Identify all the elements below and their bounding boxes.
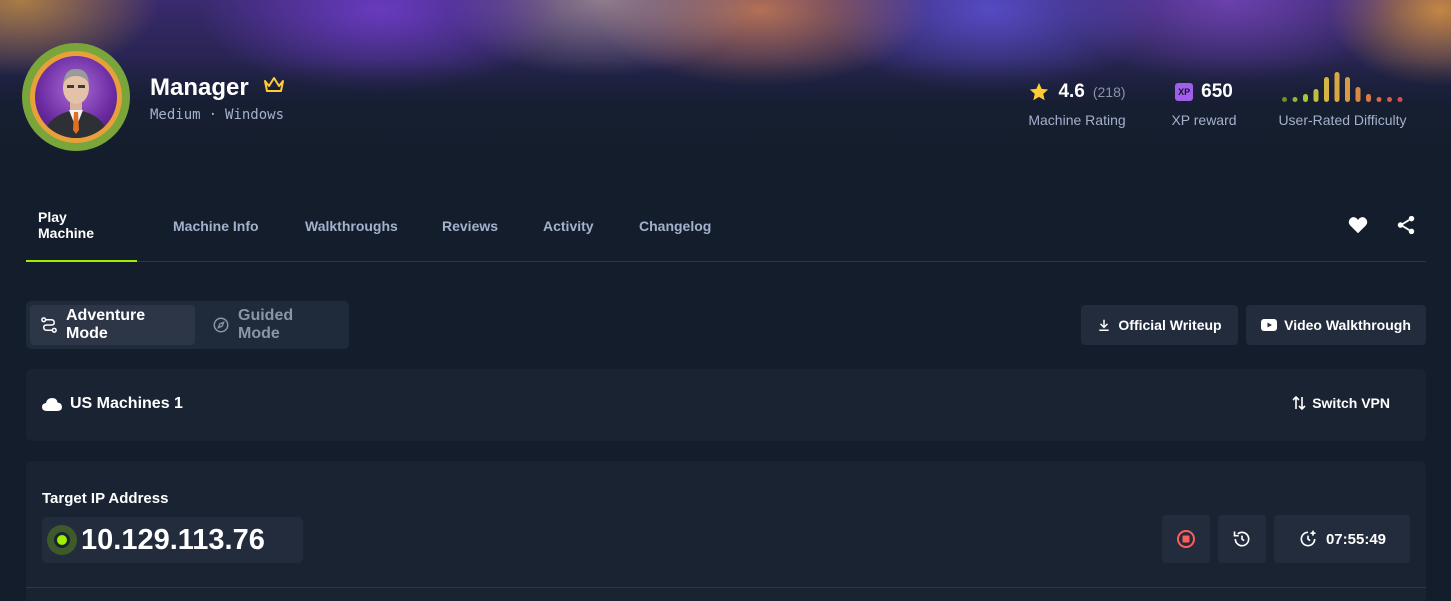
difficulty-bar [1386, 97, 1392, 102]
official-writeup-label: Official Writeup [1118, 317, 1222, 333]
meta-separator: · [208, 107, 218, 123]
difficulty-stat: User-Rated Difficulty [1275, 70, 1410, 128]
vpn-panel: US Machines 1 Switch VPN [26, 369, 1426, 441]
youtube-icon [1261, 319, 1278, 331]
switch-vpn-label: Switch VPN [1312, 395, 1390, 411]
extend-time-button[interactable]: 07:55:49 [1274, 515, 1410, 563]
difficulty-label: User-Rated Difficulty [1278, 112, 1407, 128]
video-walkthrough-button[interactable]: Video Walkthrough [1246, 305, 1426, 345]
difficulty-bar [1292, 97, 1297, 102]
official-writeup-button[interactable]: Official Writeup [1081, 305, 1238, 345]
guided-mode-label: Guided Mode [238, 307, 294, 342]
rating-label: Machine Rating [1028, 112, 1126, 128]
machine-tabs: Play Machine Machine Info Walkthroughs R… [26, 190, 1426, 262]
tab-activity[interactable]: Activity [531, 190, 606, 262]
crown-icon [262, 75, 286, 95]
xp-stat: XP 650 XP reward [1170, 80, 1238, 128]
machine-difficulty: Medium [150, 107, 201, 123]
timer-value: 07:55:49 [1325, 530, 1387, 548]
switch-arrows-icon [1292, 395, 1306, 411]
tab-walkthroughs[interactable]: Walkthroughs [293, 190, 410, 262]
difficulty-chart [1281, 72, 1402, 102]
vpn-server-label: US Machines 1 [70, 395, 183, 412]
difficulty-bar [1323, 77, 1329, 102]
status-online-icon [47, 525, 77, 555]
vpn-server: US Machines 1 [42, 395, 183, 413]
difficulty-bar [1334, 72, 1339, 102]
difficulty-bar [1302, 94, 1308, 102]
machine-avatar-image [30, 51, 122, 143]
target-ip-box[interactable]: 10.129.113.76 [42, 517, 303, 563]
difficulty-bar [1281, 97, 1287, 102]
route-icon [40, 316, 58, 334]
xp-icon: XP [1175, 83, 1194, 101]
reset-machine-button[interactable] [1218, 515, 1266, 563]
guided-mode-button[interactable]: Guided Mode [202, 305, 349, 345]
cloud-icon [42, 397, 62, 411]
machine-name: Manager [150, 74, 249, 101]
difficulty-bar [1397, 97, 1402, 102]
target-ip-value[interactable]: 10.129.113.76 [81, 524, 265, 557]
share-icon[interactable] [1395, 214, 1417, 236]
timer-plus-icon [1298, 529, 1318, 549]
target-panel: Target IP Address 10.129.113.76 07:55:49 [26, 461, 1426, 601]
section-divider [26, 587, 1426, 588]
rating-count: (218) [1092, 84, 1126, 100]
compass-icon [212, 316, 230, 334]
xp-value: 650 [1201, 81, 1233, 102]
rating-value: 4.6 [1058, 81, 1085, 102]
tab-machine-info[interactable]: Machine Info [161, 190, 271, 262]
difficulty-bar [1355, 87, 1360, 102]
switch-vpn-button[interactable]: Switch VPN [1292, 395, 1390, 411]
target-ip-label: Target IP Address [42, 490, 169, 507]
xp-label: XP reward [1171, 112, 1237, 128]
difficulty-bar [1313, 89, 1318, 102]
video-walkthrough-label: Video Walkthrough [1284, 317, 1411, 333]
difficulty-bar [1365, 94, 1371, 102]
rating-stat: 4.6 (218) Machine Rating [1027, 80, 1127, 128]
stop-machine-button[interactable] [1162, 515, 1210, 563]
star-icon [1028, 81, 1050, 103]
machine-avatar [22, 43, 130, 151]
mode-switch: Adventure Mode Guided Mode [26, 301, 349, 349]
machine-os: Windows [225, 107, 285, 123]
heart-icon[interactable] [1347, 214, 1369, 236]
machine-meta: Medium · Windows [150, 107, 284, 123]
difficulty-bar [1376, 97, 1381, 102]
tab-play-machine[interactable]: Play Machine [26, 190, 137, 262]
difficulty-bar [1344, 77, 1350, 102]
reset-icon [1232, 529, 1252, 549]
tab-reviews[interactable]: Reviews [430, 190, 510, 262]
tab-changelog[interactable]: Changelog [627, 190, 723, 262]
download-icon [1097, 318, 1111, 332]
adventure-mode-label: Adventure Mode [66, 307, 146, 342]
adventure-mode-button[interactable]: Adventure Mode [30, 305, 195, 345]
stop-icon [1176, 529, 1196, 549]
